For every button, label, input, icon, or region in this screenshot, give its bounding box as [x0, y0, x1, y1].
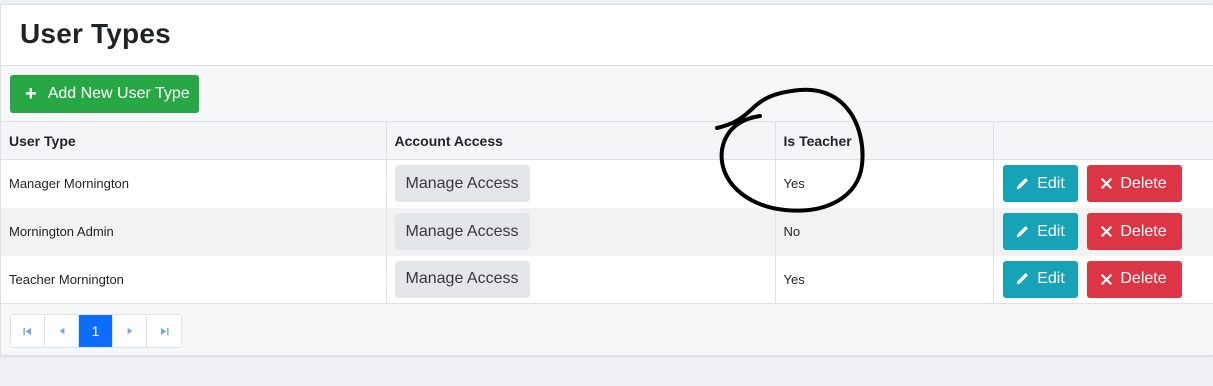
last-page-icon [160, 327, 169, 335]
close-icon [1101, 226, 1113, 237]
first-page-icon [23, 327, 32, 335]
cell-is-teacher: Yes [775, 255, 994, 304]
close-icon [1101, 274, 1113, 285]
column-header-actions [993, 122, 1213, 160]
edit-button[interactable]: Edit [1002, 260, 1078, 298]
manage-access-button[interactable]: Manage Access [394, 260, 530, 298]
table-row: Teacher Mornington Manage Access Yes Edi… [1, 255, 1213, 304]
add-user-type-label: Add New User Type [47, 85, 190, 102]
edit-label: Edit [1037, 174, 1065, 192]
delete-button[interactable]: Delete [1086, 165, 1182, 203]
delete-button[interactable]: Delete [1086, 260, 1182, 298]
page-title: User Types [20, 18, 171, 49]
previous-page-button[interactable] [45, 315, 79, 347]
pagination: 1 [10, 314, 182, 348]
pencil-icon [1015, 272, 1029, 286]
first-page-button[interactable] [11, 315, 45, 347]
delete-label: Delete [1120, 174, 1167, 192]
next-page-icon [127, 327, 132, 335]
pencil-icon [1015, 177, 1029, 191]
column-header-user-type[interactable]: User Type [1, 121, 387, 160]
edit-label: Edit [1037, 222, 1065, 240]
previous-page-icon [59, 327, 64, 335]
cell-user-type: Teacher Mornington [1, 255, 387, 304]
manage-access-button[interactable]: Manage Access [394, 165, 530, 203]
edit-label: Edit [1037, 270, 1065, 288]
card-header: User Types [1, 5, 1213, 66]
table-header-row: User Type Account Access Is Teacher [1, 121, 1213, 160]
delete-button[interactable]: Delete [1086, 213, 1182, 250]
manage-access-button[interactable]: Manage Access [394, 213, 530, 250]
cell-user-type: Manager Mornington [1, 159, 387, 208]
plus-icon: + [25, 83, 37, 105]
column-header-account-access[interactable]: Account Access [386, 121, 776, 160]
pencil-icon [1015, 225, 1029, 239]
column-header-is-teacher[interactable]: Is Teacher [775, 121, 994, 160]
edit-button[interactable]: Edit [1002, 165, 1078, 203]
page-1-button[interactable]: 1 [79, 315, 113, 347]
table-row: Manager Mornington Manage Access Yes Edi… [1, 159, 1213, 208]
edit-button[interactable]: Edit [1002, 213, 1078, 250]
close-icon [1101, 178, 1113, 189]
last-page-button[interactable] [147, 315, 181, 347]
user-types-table: User Type Account Access Is Teacher Mana… [1, 121, 1213, 304]
cell-is-teacher: Yes [775, 159, 994, 208]
delete-label: Delete [1120, 222, 1167, 240]
cell-is-teacher: No [775, 207, 994, 256]
add-user-type-button[interactable]: + Add New User Type [10, 75, 199, 113]
table-row: Mornington Admin Manage Access No Edit D… [1, 207, 1213, 256]
user-types-card: User Types + Add New User Type User Type… [0, 4, 1213, 356]
cell-user-type: Mornington Admin [1, 207, 387, 256]
delete-label: Delete [1120, 270, 1167, 288]
next-page-button[interactable] [113, 315, 147, 347]
